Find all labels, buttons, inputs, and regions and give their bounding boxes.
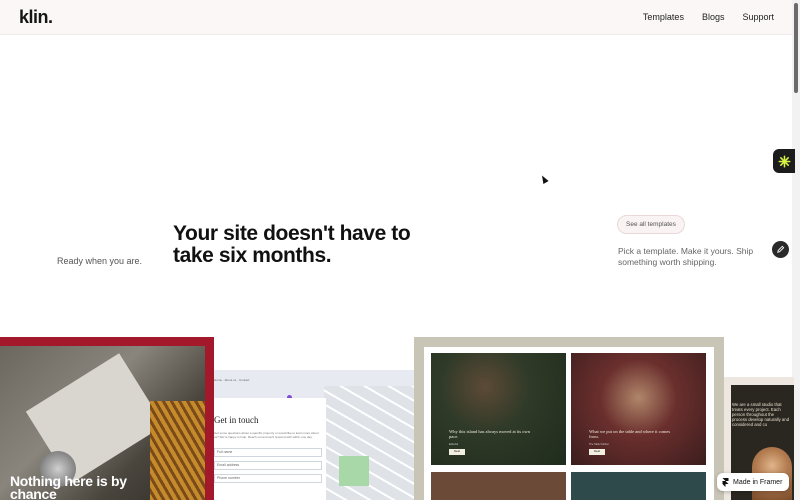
tile2-sub: The Table Kitchen — [589, 443, 609, 446]
mouse-cursor — [539, 174, 549, 184]
nav-templates[interactable]: Templates — [643, 12, 684, 22]
nav-support[interactable]: Support — [742, 12, 774, 22]
made-in-framer-badge[interactable]: Made in Framer — [717, 473, 790, 491]
side-pill-button[interactable] — [773, 149, 795, 173]
framer-badge-label: Made in Framer — [733, 478, 783, 486]
editorial-tile-table[interactable]: What we put on the table and where it co… — [571, 353, 706, 465]
top-navbar: klin. Templates Blogs Support — [0, 0, 792, 35]
contact-description: Got some questions about a specific prop… — [214, 431, 319, 439]
scrollbar-thumb[interactable] — [794, 3, 798, 93]
tile1-button[interactable]: Read — [449, 449, 465, 455]
see-all-templates-button[interactable]: See all templates — [617, 215, 685, 234]
card1-title: Nothing here is by chance — [10, 473, 127, 502]
editorial-tile-3[interactable] — [431, 472, 566, 500]
editorial-frame: Why this island has always moved at its … — [424, 347, 714, 500]
pencil-icon — [777, 245, 785, 253]
nav-blogs[interactable]: Blogs — [702, 12, 725, 22]
logo[interactable]: klin. — [19, 7, 53, 28]
hero-left-caption: Ready when you are. — [57, 256, 143, 266]
contact-form: Get in touch Got some questions about a … — [214, 398, 326, 500]
fries-image — [150, 401, 205, 500]
tile1-title: Why this island has always moved at its … — [449, 429, 530, 439]
park-area — [339, 456, 369, 486]
map-image — [324, 386, 414, 500]
editorial-tile-4[interactable] — [571, 472, 706, 500]
framer-logo-icon — [722, 477, 729, 487]
editorial-tile-island[interactable]: Why this island has always moved at its … — [431, 353, 566, 465]
contact-heading: Get in touch — [214, 415, 259, 425]
card2-nav: Home · About us · Contact — [214, 378, 250, 382]
full-name-field[interactable]: Full name — [214, 448, 322, 457]
hero-headline: Your site doesn't have to take six month… — [173, 222, 411, 267]
tile2-title: What we put on the table and where it co… — [589, 429, 671, 439]
hero-tagline: Pick a template. Make it yours. Ship som… — [618, 246, 754, 267]
tile1-sub: Editorial — [449, 443, 459, 446]
edit-button[interactable] — [772, 241, 789, 258]
template-card-editorial[interactable]: Why this island has always moved at its … — [414, 337, 724, 500]
phone-field[interactable]: Phone number — [214, 474, 322, 483]
tile2-button[interactable]: Read — [589, 449, 605, 455]
sparkle-icon — [778, 155, 790, 167]
email-field[interactable]: Email address — [214, 461, 322, 470]
template-card-contact[interactable]: Home · About us · Contact Get in touch G… — [214, 370, 414, 500]
main-nav: Templates Blogs Support — [643, 12, 774, 22]
studio-text: We are a small studio that treats every … — [732, 402, 790, 427]
